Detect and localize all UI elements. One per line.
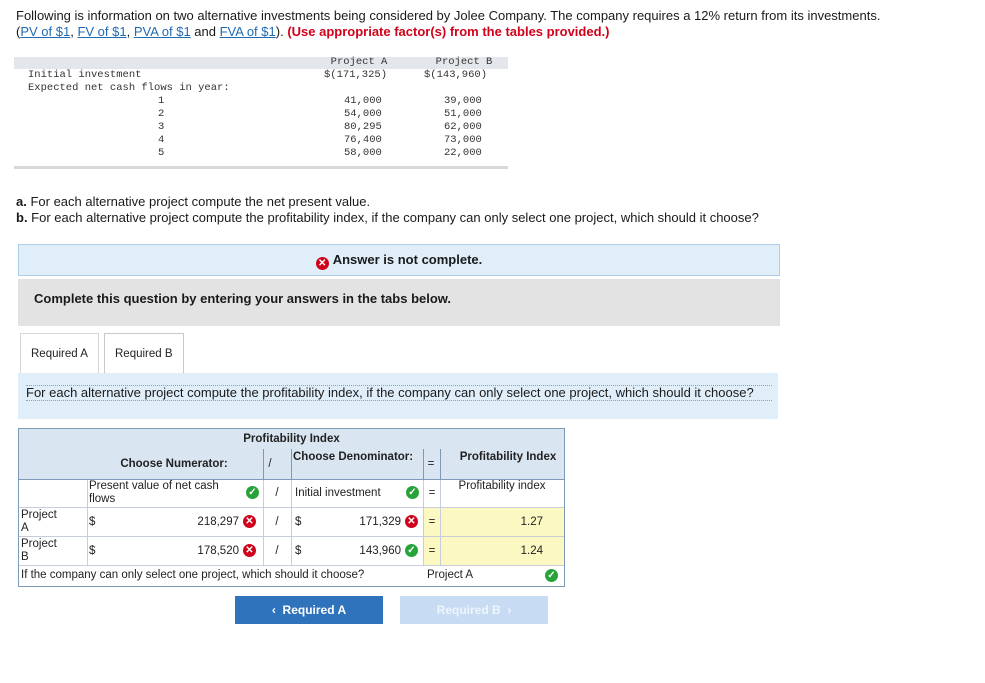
chevron-right-icon: › xyxy=(507,603,512,617)
denominator-select[interactable]: Initial investment xyxy=(295,487,381,499)
check-icon: ✓ xyxy=(545,569,558,582)
pi-input[interactable]: 1.27 xyxy=(489,516,543,528)
numerator-input[interactable]: 178,520 xyxy=(189,545,239,557)
chevron-left-icon: ‹ xyxy=(271,603,276,617)
next-required-b-button[interactable]: Required B › xyxy=(400,596,548,624)
investment-bottom-bar xyxy=(14,166,508,169)
project-b-label: Project B xyxy=(21,538,57,563)
intro-text: Following is information on two alternat… xyxy=(16,8,881,39)
x-circle-icon: ✕ xyxy=(315,257,329,270)
tables-note: (Use appropriate factor(s) from the tabl… xyxy=(287,24,610,39)
project-a-label: Project A xyxy=(21,509,57,534)
link-fv[interactable]: FV of $1 xyxy=(77,24,126,39)
check-icon: ✓ xyxy=(405,544,418,557)
year-row: 2 54,000 51,000 xyxy=(158,108,482,120)
denominator-input[interactable]: 171,329 xyxy=(349,516,401,528)
choose-question: If the company can only select one proje… xyxy=(21,569,365,581)
x-circle-icon: ✕ xyxy=(405,515,418,528)
question-a: a. For each alternative project compute … xyxy=(16,194,371,209)
year-row: 1 41,000 39,000 xyxy=(158,95,482,107)
year-row: 3 80,295 62,000 xyxy=(158,121,482,133)
tab-required-b[interactable]: Required B xyxy=(104,333,184,374)
check-icon: ✓ xyxy=(246,486,259,499)
x-circle-icon: ✕ xyxy=(243,515,256,528)
link-fva[interactable]: FVA of $1 xyxy=(220,24,276,39)
year-row: 5 58,000 22,000 xyxy=(158,147,482,159)
col-project-b: Project B xyxy=(435,56,493,68)
cash-flows-label-row: Expected net cash flows in year: xyxy=(28,82,230,94)
prev-required-a-button[interactable]: ‹ Required A xyxy=(235,596,383,624)
col-project-a: Project A xyxy=(330,56,388,68)
tab-instruction: For each alternative project compute the… xyxy=(18,373,778,419)
pi-input[interactable]: 1.24 xyxy=(489,545,543,557)
profitability-index-table: Profitability Index Choose Numerator: / … xyxy=(18,428,565,587)
link-pv[interactable]: PV of $1 xyxy=(20,24,70,39)
choose-answer-select[interactable]: Project A xyxy=(427,569,473,581)
pi-table-header: Choose Numerator: / Choose Denominator: … xyxy=(18,449,565,480)
numerator-input[interactable]: 218,297 xyxy=(189,516,239,528)
link-pva[interactable]: PVA of $1 xyxy=(134,24,191,39)
pi-table-title: Profitability Index xyxy=(18,428,565,450)
answer-status-banner: ✕ Answer is not complete. xyxy=(18,244,780,276)
question-b: b. For each alternative project compute … xyxy=(16,210,759,225)
denominator-input[interactable]: 143,960 xyxy=(349,545,401,557)
check-icon: ✓ xyxy=(406,486,419,499)
tab-required-a[interactable]: Required A xyxy=(20,333,99,374)
pi-table-body: Present value of net cash flows ✓ / Init… xyxy=(18,480,565,587)
initial-investment-row: Initial investment $(171,325) $(143,960) xyxy=(28,69,488,81)
year-row: 4 76,400 73,000 xyxy=(158,134,482,146)
numerator-select[interactable]: Present value of net cash flows xyxy=(89,480,239,506)
instructions-box: Complete this question by entering your … xyxy=(18,279,780,326)
x-circle-icon: ✕ xyxy=(243,544,256,557)
question-text: a. For each alternative project compute … xyxy=(16,194,759,226)
pi-label: Profitability index xyxy=(458,480,546,492)
